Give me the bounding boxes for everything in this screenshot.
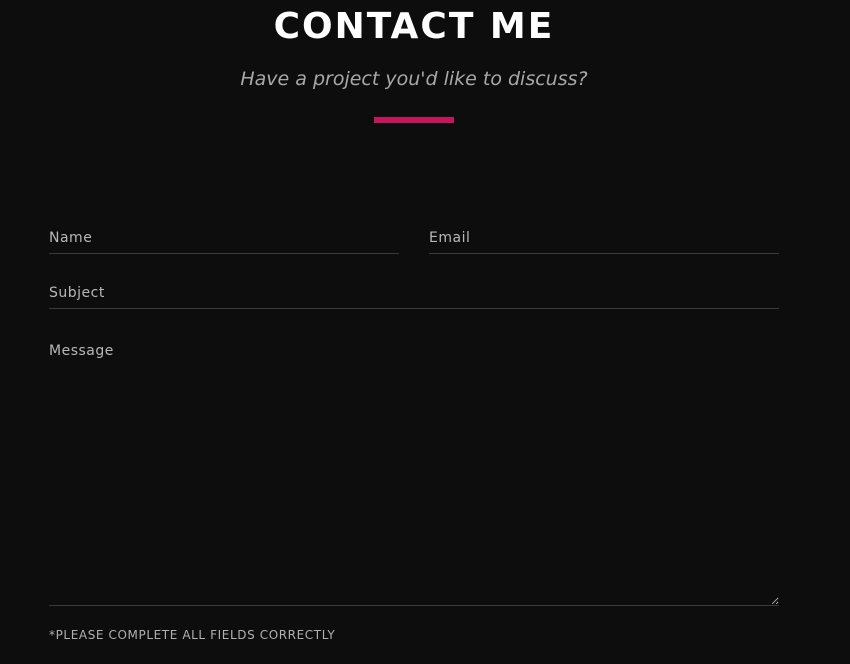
page-subtitle: Have a project you'd like to discuss?	[240, 68, 588, 90]
name-field[interactable]	[49, 222, 399, 254]
subject-field[interactable]	[49, 277, 779, 309]
title-accent-bar	[374, 117, 454, 123]
email-field[interactable]	[429, 222, 779, 254]
page-title: CONTACT ME	[273, 6, 555, 47]
message-field[interactable]	[49, 338, 779, 606]
form-validation-note: *PLEASE COMPLETE ALL FIELDS CORRECTLY	[49, 628, 336, 642]
